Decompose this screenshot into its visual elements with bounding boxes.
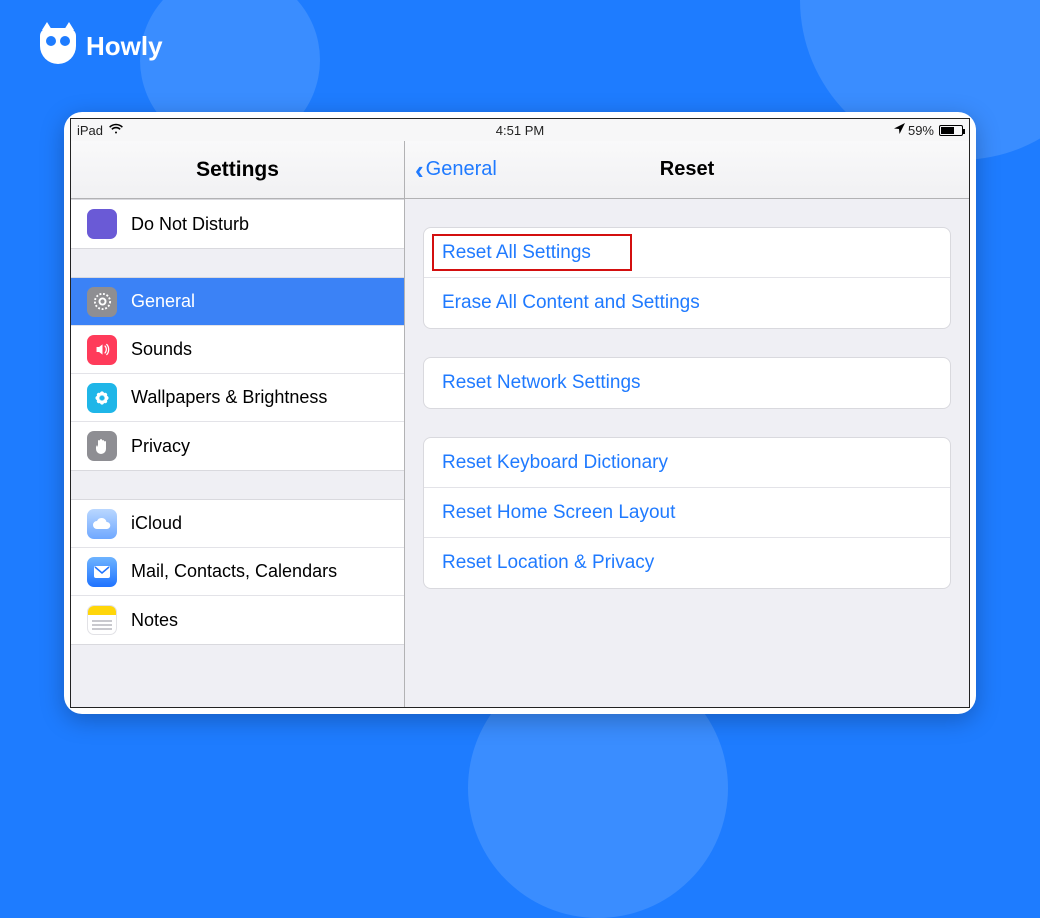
reset-network-settings[interactable]: Reset Network Settings [424,358,950,408]
sidebar-item-mail[interactable]: Mail, Contacts, Calendars [71,548,404,596]
sidebar-item-label: Mail, Contacts, Calendars [131,561,337,582]
sidebar-item-label: iCloud [131,513,182,534]
hand-icon [87,431,117,461]
sidebar-title: Settings [71,141,404,199]
battery-icon [939,125,963,136]
settings-sidebar: Settings Do Not Disturb [71,141,405,707]
sidebar-item-sounds[interactable]: Sounds [71,326,404,374]
cloud-icon [87,509,117,539]
row-label: Reset Home Screen Layout [442,502,675,524]
speaker-icon [87,335,117,365]
reset-all-settings[interactable]: Reset All Settings [424,228,950,278]
gear-icon [87,287,117,317]
owl-icon [40,28,76,64]
back-label: General [426,158,497,181]
erase-all-content[interactable]: Erase All Content and Settings [424,278,950,328]
sidebar-item-privacy[interactable]: Privacy [71,422,404,470]
screen: iPad 4:51 PM 59% Settings [70,118,970,708]
chevron-left-icon: ‹ [415,157,424,183]
detail-pane: ‹ General Reset Reset All Settings Erase… [405,141,969,707]
sidebar-item-notes[interactable]: Notes [71,596,404,644]
reset-group-3: Reset Keyboard Dictionary Reset Home Scr… [423,437,951,589]
sidebar-item-wallpapers[interactable]: Wallpapers & Brightness [71,374,404,422]
reset-location-privacy[interactable]: Reset Location & Privacy [424,538,950,588]
device-label: iPad [77,123,103,138]
row-label: Reset All Settings [442,242,591,264]
sidebar-item-label: General [131,291,195,312]
row-label: Reset Location & Privacy [442,552,654,574]
brand-name: Howly [86,31,163,62]
howly-logo: Howly [40,28,163,64]
row-label: Reset Keyboard Dictionary [442,452,668,474]
moon-icon [87,209,117,239]
status-time: 4:51 PM [496,123,544,138]
row-label: Erase All Content and Settings [442,292,700,314]
sidebar-item-general[interactable]: General [71,278,404,326]
battery-percent: 59% [908,123,934,138]
reset-group-1: Reset All Settings Erase All Content and… [423,227,951,329]
tablet-frame: iPad 4:51 PM 59% Settings [64,112,976,714]
reset-group-2: Reset Network Settings [423,357,951,409]
sidebar-item-label: Sounds [131,339,192,360]
reset-home-screen-layout[interactable]: Reset Home Screen Layout [424,488,950,538]
sidebar-item-label: Notes [131,610,178,631]
reset-keyboard-dictionary[interactable]: Reset Keyboard Dictionary [424,438,950,488]
sidebar-item-label: Do Not Disturb [131,214,249,235]
mail-icon [87,557,117,587]
sidebar-item-label: Privacy [131,436,190,457]
location-icon [894,123,905,137]
status-bar: iPad 4:51 PM 59% [71,119,969,141]
row-label: Reset Network Settings [442,372,641,394]
flower-icon [87,383,117,413]
detail-header: ‹ General Reset [405,141,969,199]
detail-title: Reset [660,158,714,181]
sidebar-item-dnd[interactable]: Do Not Disturb [71,200,404,248]
sidebar-item-label: Wallpapers & Brightness [131,387,327,408]
wifi-icon [109,123,123,137]
sidebar-item-icloud[interactable]: iCloud [71,500,404,548]
notes-icon [87,605,117,635]
back-button[interactable]: ‹ General [405,157,497,183]
